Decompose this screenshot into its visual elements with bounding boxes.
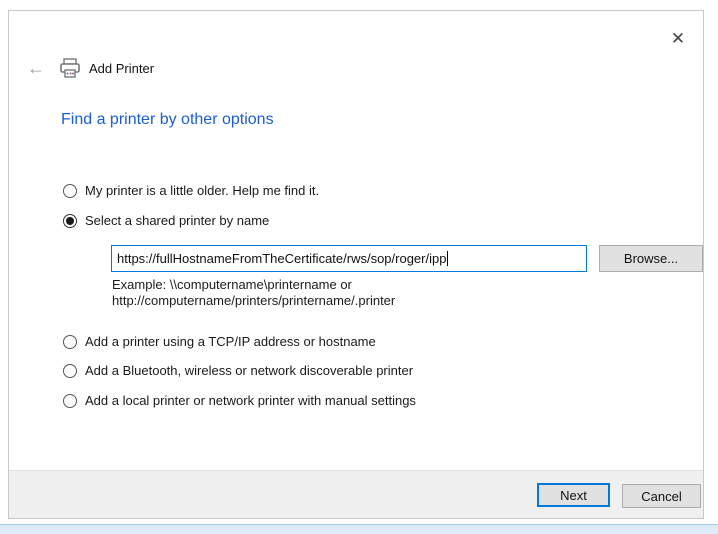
back-button[interactable]: ← [27,58,53,79]
printer-name-input[interactable]: https://fullHostnameFromTheCertificate/r… [111,245,587,272]
option-older-printer[interactable]: My printer is a little older. Help me fi… [63,183,319,198]
example-line-2: http://computername/printers/printername… [112,293,395,309]
back-arrow-icon: ← [27,58,45,78]
add-printer-dialog: ✕ ← Add Printer Find a printer by other … [8,10,704,519]
radio-checked-icon[interactable] [63,214,77,228]
cancel-button[interactable]: Cancel [622,484,701,508]
next-button-label: Next [560,488,587,503]
next-button[interactable]: Next [537,483,610,507]
close-button[interactable]: ✕ [665,27,691,51]
dialog-title: Add Printer [89,61,154,76]
option-label: Select a shared printer by name [85,213,269,228]
option-label: Add a printer using a TCP/IP address or … [85,334,376,349]
option-label: My printer is a little older. Help me fi… [85,183,319,198]
option-label: Add a local printer or network printer w… [85,393,416,408]
option-shared-printer[interactable]: Select a shared printer by name [63,213,269,228]
page-heading: Find a printer by other options [61,111,274,129]
radio-unchecked-icon[interactable] [63,184,77,198]
option-bluetooth-wireless[interactable]: Add a Bluetooth, wireless or network dis… [63,363,413,378]
text-caret [447,251,448,266]
close-icon: ✕ [671,29,685,49]
printer-name-value: https://fullHostnameFromTheCertificate/r… [117,251,446,266]
background-window-edge [0,524,718,534]
dialog-header: ← Add Printer [27,53,154,83]
browse-button-label: Browse... [624,251,678,266]
example-line-1: Example: \\computername\printername or [112,277,395,293]
option-label: Add a Bluetooth, wireless or network dis… [85,363,413,378]
radio-unchecked-icon[interactable] [63,394,77,408]
dialog-footer: Next Cancel [9,470,703,518]
option-local-manual[interactable]: Add a local printer or network printer w… [63,393,416,408]
cancel-button-label: Cancel [641,489,681,504]
browse-button[interactable]: Browse... [599,245,703,272]
option-tcpip[interactable]: Add a printer using a TCP/IP address or … [63,334,376,349]
radio-unchecked-icon[interactable] [63,335,77,349]
screen: ✕ ← Add Printer Find a printer by other … [0,0,718,534]
printer-icon [59,57,81,79]
example-hint: Example: \\computername\printername or h… [112,277,395,309]
radio-unchecked-icon[interactable] [63,364,77,378]
